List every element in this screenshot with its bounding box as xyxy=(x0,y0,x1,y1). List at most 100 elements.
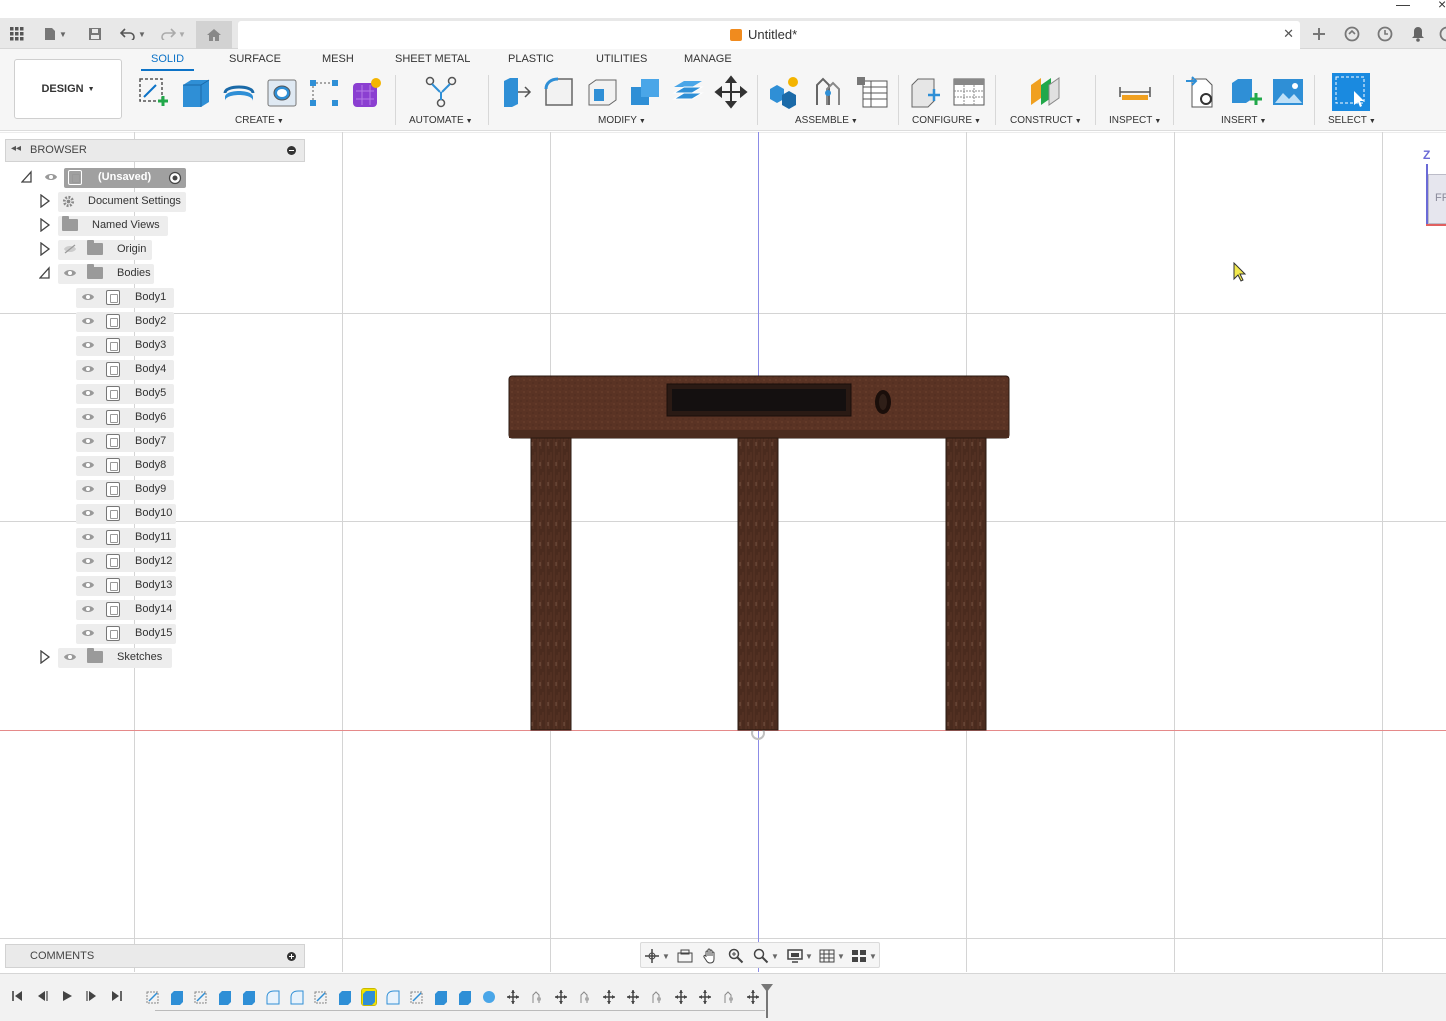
joint-icon[interactable] xyxy=(811,75,845,109)
expand-arrow-icon[interactable] xyxy=(39,194,51,208)
timeline-fillet-icon[interactable] xyxy=(266,989,280,1005)
visibility-eye-icon[interactable] xyxy=(81,364,95,374)
play-icon[interactable] xyxy=(61,990,73,1002)
activate-radio-icon[interactable] xyxy=(168,171,182,185)
visibility-eye-icon[interactable] xyxy=(81,460,95,470)
form-icon[interactable] xyxy=(350,75,384,109)
job-status-icon[interactable] xyxy=(1374,23,1396,45)
select-icon[interactable] xyxy=(1332,73,1370,111)
timeline-sketch-icon[interactable] xyxy=(194,989,208,1005)
help-icon[interactable] xyxy=(1436,23,1446,45)
minimize-button[interactable]: — xyxy=(1396,0,1410,12)
visibility-eye-icon[interactable] xyxy=(81,604,95,614)
timeline-sketch-icon[interactable] xyxy=(410,989,424,1005)
bom-table-icon[interactable] xyxy=(855,75,889,109)
visibility-eye-icon[interactable] xyxy=(81,628,95,638)
view-cube[interactable]: Z FR xyxy=(1416,142,1446,232)
expand-arrow-icon[interactable] xyxy=(39,218,51,232)
collapse-panel-icon[interactable]: ◂◂ xyxy=(11,143,21,154)
hidden-eye-icon[interactable] xyxy=(63,244,77,254)
visibility-eye-icon[interactable] xyxy=(81,484,95,494)
tree-body-item[interactable]: Body14 xyxy=(76,599,186,621)
timeline-extrude-icon[interactable] xyxy=(434,989,448,1005)
tab-solid[interactable]: SOLID xyxy=(140,53,195,71)
tab-plastic[interactable]: PLASTIC xyxy=(508,53,554,65)
timeline-joint-icon[interactable] xyxy=(578,989,592,1005)
shell-icon[interactable] xyxy=(585,75,619,109)
tree-body-item[interactable]: Body3 xyxy=(76,335,186,357)
automate-icon[interactable] xyxy=(424,75,458,109)
extrude-icon[interactable] xyxy=(179,75,213,109)
home-icon[interactable] xyxy=(196,21,232,49)
configure-icon[interactable] xyxy=(908,75,942,109)
notifications-icon[interactable] xyxy=(1407,23,1429,45)
close-tab-icon[interactable]: ✕ xyxy=(1283,26,1294,42)
timeline-extrude-icon[interactable] xyxy=(242,989,256,1005)
timeline-extrude-icon[interactable] xyxy=(361,988,377,1006)
tab-sheet-metal[interactable]: SHEET METAL xyxy=(395,53,470,65)
visibility-eye-icon[interactable] xyxy=(81,556,95,566)
tab-utilities[interactable]: UTILITIES xyxy=(596,53,647,65)
visibility-eye-icon[interactable] xyxy=(81,436,95,446)
timeline-extrude-icon[interactable] xyxy=(218,989,232,1005)
visibility-eye-icon[interactable] xyxy=(81,292,95,302)
timeline-sphere-icon[interactable] xyxy=(482,989,496,1005)
timeline-joint-icon[interactable] xyxy=(722,989,736,1005)
visibility-eye-icon[interactable] xyxy=(81,316,95,326)
tree-body-item[interactable]: Body7 xyxy=(76,431,186,453)
tree-body-item[interactable]: Body5 xyxy=(76,383,186,405)
timeline-marker-handle[interactable] xyxy=(761,984,773,992)
group-construct[interactable]: CONSTRUCT ▼ xyxy=(1010,115,1082,126)
visibility-eye-icon[interactable] xyxy=(44,172,58,182)
tree-body-item[interactable]: Body8 xyxy=(76,455,186,477)
timeline-fillet-icon[interactable] xyxy=(386,989,400,1005)
minimize-panel-icon[interactable] xyxy=(287,146,296,155)
view-cube-face[interactable]: FR xyxy=(1428,174,1446,224)
combine-icon[interactable] xyxy=(628,75,662,109)
timeline-sketch-icon[interactable] xyxy=(146,989,160,1005)
insert-derive-icon[interactable] xyxy=(1184,75,1218,109)
extensions-icon[interactable] xyxy=(1341,23,1363,45)
tree-body-item[interactable]: Body13 xyxy=(76,575,186,597)
expand-arrow-icon[interactable] xyxy=(39,650,51,664)
visibility-eye-icon[interactable] xyxy=(81,532,95,542)
timeline-move-icon[interactable] xyxy=(746,989,760,1005)
browser-panel-header[interactable]: ◂◂ BROWSER xyxy=(5,139,305,162)
table-model[interactable] xyxy=(505,372,1015,732)
group-assemble[interactable]: ASSEMBLE ▼ xyxy=(795,115,858,126)
viewports-icon[interactable]: ▼ xyxy=(849,946,879,966)
offset-plane-icon[interactable] xyxy=(1028,75,1062,109)
zoom-icon[interactable] xyxy=(725,946,747,966)
tree-node-named-views[interactable]: Named Views xyxy=(36,215,176,237)
group-insert[interactable]: INSERT ▼ xyxy=(1221,115,1266,126)
visibility-eye-icon[interactable] xyxy=(81,412,95,422)
visibility-eye-icon[interactable] xyxy=(63,652,77,662)
collapse-arrow-icon[interactable] xyxy=(21,170,33,184)
collapse-arrow-icon[interactable] xyxy=(39,266,51,280)
timeline-extrude-icon[interactable] xyxy=(458,989,472,1005)
insert-mcmaster-icon[interactable] xyxy=(1228,75,1262,109)
tree-node-sketches[interactable]: Sketches xyxy=(36,647,176,669)
workspace-switcher[interactable]: DESIGN ▼ xyxy=(14,59,122,119)
tree-root[interactable]: (Unsaved) xyxy=(18,167,198,189)
hole-icon[interactable] xyxy=(265,75,299,109)
revolve-icon[interactable] xyxy=(222,75,256,109)
timeline-sketch-icon[interactable] xyxy=(314,989,328,1005)
add-comment-icon[interactable] xyxy=(287,952,296,961)
timeline-extrude-icon[interactable] xyxy=(170,989,184,1005)
tree-body-item[interactable]: Body1 xyxy=(76,287,186,309)
close-window-button[interactable]: × xyxy=(1438,0,1446,12)
go-to-start-icon[interactable] xyxy=(11,990,23,1002)
save-icon[interactable] xyxy=(84,23,106,45)
group-modify[interactable]: MODIFY ▼ xyxy=(598,115,646,126)
visibility-eye-icon[interactable] xyxy=(81,508,95,518)
tree-body-item[interactable]: Body10 xyxy=(76,503,186,525)
new-tab-icon[interactable] xyxy=(1308,23,1330,45)
tree-body-item[interactable]: Body12 xyxy=(76,551,186,573)
tree-node-bodies[interactable]: Bodies xyxy=(36,263,166,285)
timeline-joint-icon[interactable] xyxy=(650,989,664,1005)
pattern-icon[interactable] xyxy=(307,75,341,109)
look-at-icon[interactable] xyxy=(674,946,696,966)
press-pull-icon[interactable] xyxy=(499,75,533,109)
offset-face-icon[interactable] xyxy=(671,75,705,109)
